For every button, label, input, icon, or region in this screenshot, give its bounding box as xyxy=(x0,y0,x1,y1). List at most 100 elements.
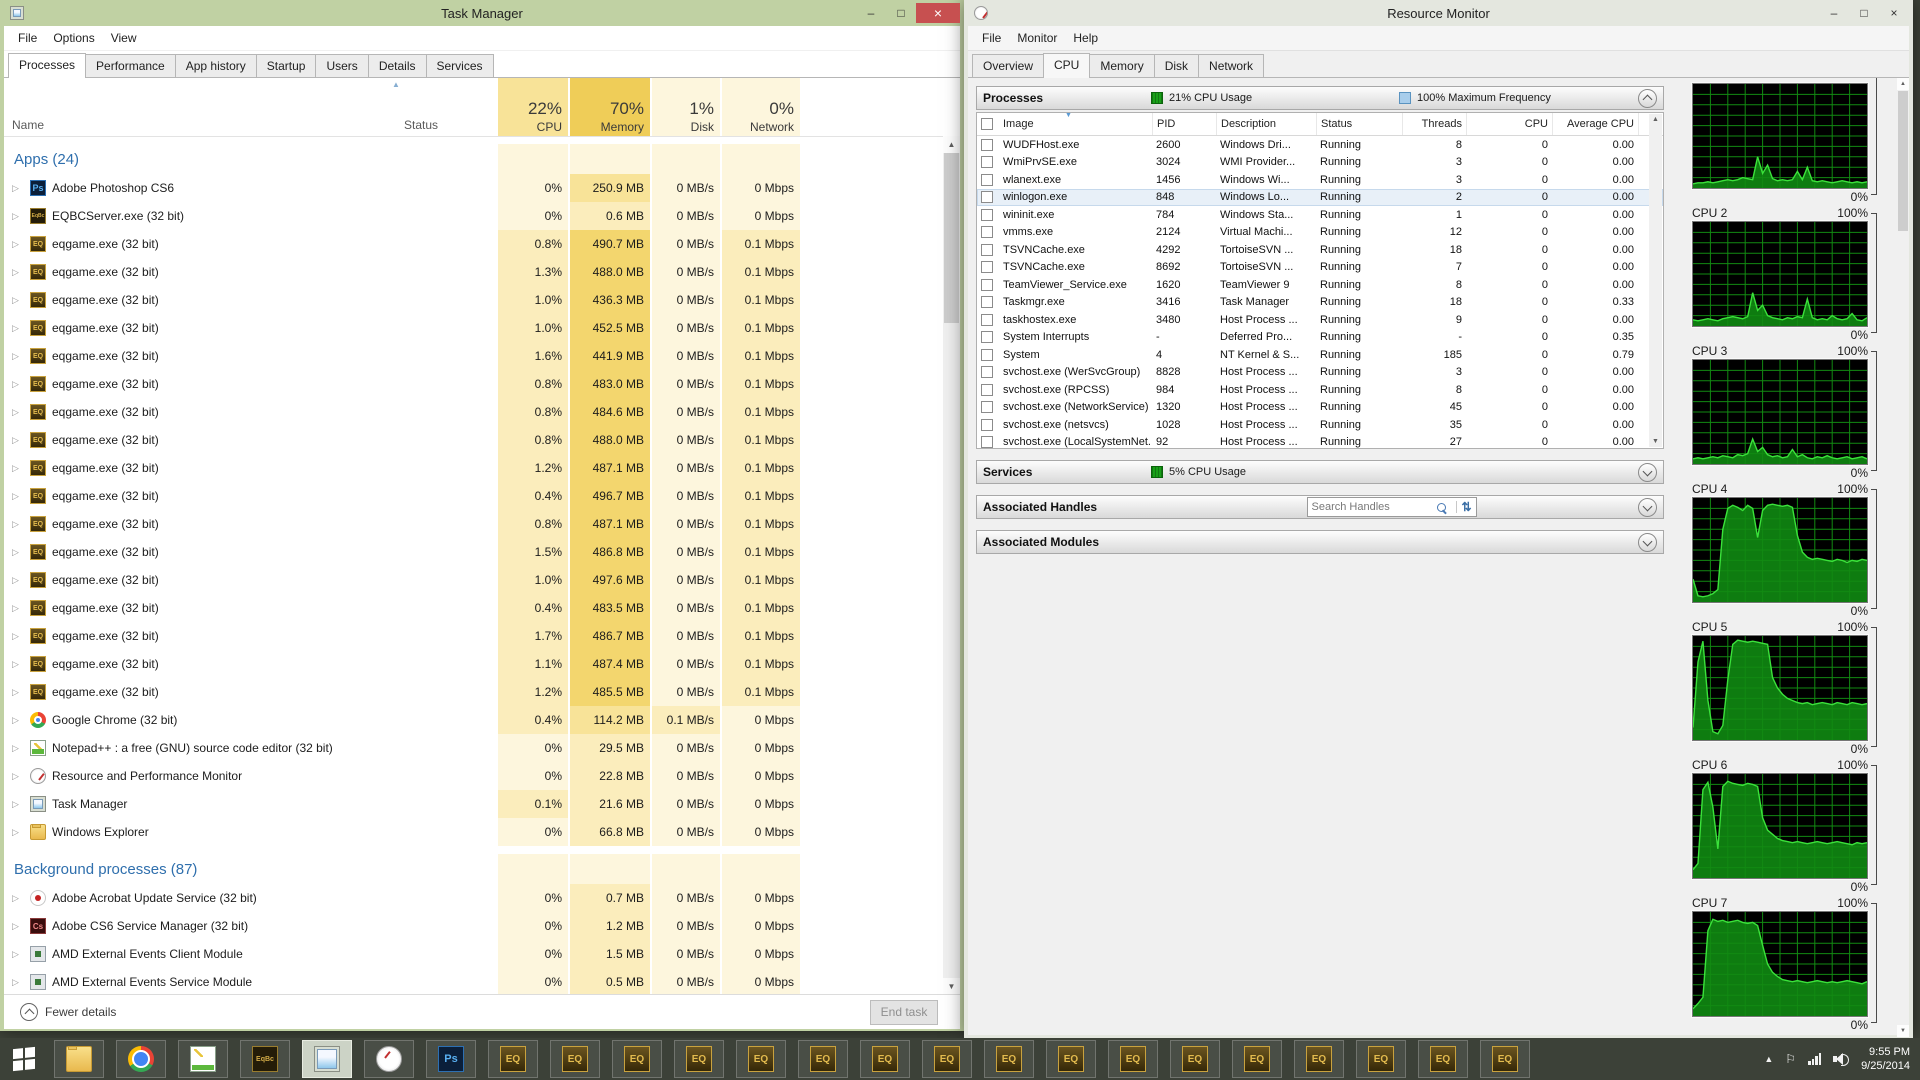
expand-arrow-icon[interactable]: ▷ xyxy=(12,379,24,390)
resource-process-row[interactable]: svchost.exe (netsvcs)1028Host Process ..… xyxy=(977,416,1663,434)
close-button[interactable]: × xyxy=(916,3,960,23)
scroll-down-arrow[interactable]: ▼ xyxy=(943,978,960,995)
scroll-down-arrow[interactable]: ▼ xyxy=(1897,1025,1909,1037)
taskbar-item-eqgame-17[interactable]: EQ xyxy=(1480,1040,1530,1078)
select-all-checkbox[interactable] xyxy=(981,118,993,130)
expand-arrow-icon[interactable]: ▷ xyxy=(12,547,24,558)
minimize-button[interactable]: – xyxy=(1819,3,1849,23)
action-center-flag-icon[interactable]: ⚐ xyxy=(1785,1052,1796,1066)
resource-process-row[interactable]: TSVNCache.exe8692TortoiseSVN ...Running7… xyxy=(977,259,1663,277)
expand-arrow-icon[interactable]: ▷ xyxy=(12,211,24,222)
process-row[interactable]: ▷EQeqgame.exe (32 bit)1.7%486.7 MB0 MB/s… xyxy=(4,622,943,650)
resource-process-row[interactable]: WmiPrvSE.exe3024WMI Provider...Running30… xyxy=(977,154,1663,172)
tab-disk[interactable]: Disk xyxy=(1154,54,1199,77)
expand-arrow-icon[interactable]: ▷ xyxy=(12,799,24,810)
process-group-header[interactable]: Background processes (87) xyxy=(4,854,943,884)
processes-section-header[interactable]: Processes 21% CPU Usage 100% Maximum Fre… xyxy=(976,86,1664,110)
column-header-memory[interactable]: 70%Memory xyxy=(568,78,650,136)
tab-services[interactable]: Services xyxy=(426,54,494,77)
taskbar-item-eqgame-14[interactable]: EQ xyxy=(1294,1040,1344,1078)
collapse-section-button[interactable] xyxy=(1638,89,1657,108)
expand-arrow-icon[interactable]: ▷ xyxy=(12,827,24,838)
expand-arrow-icon[interactable]: ▷ xyxy=(12,407,24,418)
process-row[interactable]: ▷EQeqgame.exe (32 bit)1.0%497.6 MB0 MB/s… xyxy=(4,566,943,594)
resource-process-row[interactable]: System4NT Kernel & S...Running18500.79 xyxy=(977,346,1663,364)
resource-process-row[interactable]: Taskmgr.exe3416Task ManagerRunning1800.3… xyxy=(977,294,1663,312)
row-checkbox[interactable] xyxy=(981,314,993,326)
taskbar-item-eqgame-7[interactable]: EQ xyxy=(860,1040,910,1078)
row-checkbox[interactable] xyxy=(981,244,993,256)
resource-process-row[interactable]: System Interrupts-Deferred Pro...Running… xyxy=(977,329,1663,347)
process-row[interactable]: ▷EQeqgame.exe (32 bit)0.8%484.6 MB0 MB/s… xyxy=(4,398,943,426)
resource-process-row[interactable]: svchost.exe (WerSvcGroup)8828Host Proces… xyxy=(977,364,1663,382)
scrollbar-thumb[interactable] xyxy=(944,153,959,323)
expand-arrow-icon[interactable]: ▷ xyxy=(12,267,24,278)
process-row[interactable]: ▷Resource and Performance Monitor0%22.8 … xyxy=(4,762,943,790)
expand-arrow-icon[interactable]: ▷ xyxy=(12,771,24,782)
resource-process-row[interactable]: svchost.exe (LocalSystemNet...92Host Pro… xyxy=(977,434,1663,449)
taskbar-item-eqgame-4[interactable]: EQ xyxy=(674,1040,724,1078)
menu-help[interactable]: Help xyxy=(1065,31,1106,45)
taskbar-item-eqgame-11[interactable]: EQ xyxy=(1108,1040,1158,1078)
search-handles-input[interactable]: Search Handles ⇅ xyxy=(1307,497,1477,517)
column-header-pid[interactable]: PID xyxy=(1152,113,1216,135)
menu-monitor[interactable]: Monitor xyxy=(1009,31,1065,45)
column-header-name[interactable]: Name ▲ xyxy=(4,78,396,136)
scroll-up-arrow[interactable]: ▲ xyxy=(943,136,960,153)
expand-arrow-icon[interactable]: ▷ xyxy=(12,893,24,904)
tab-app-history[interactable]: App history xyxy=(175,54,257,77)
row-checkbox[interactable] xyxy=(981,226,993,238)
column-header-disk[interactable]: 1%Disk xyxy=(650,78,720,136)
process-row[interactable]: ▷EQeqgame.exe (32 bit)1.6%441.9 MB0 MB/s… xyxy=(4,342,943,370)
refresh-icon[interactable]: ⇅ xyxy=(1461,500,1471,514)
row-checkbox[interactable] xyxy=(981,209,993,221)
process-row[interactable]: ▷EQeqgame.exe (32 bit)1.2%487.1 MB0 MB/s… xyxy=(4,454,943,482)
resource-process-row[interactable]: winlogon.exe848Windows Lo...Running200.0… xyxy=(977,189,1663,207)
scrollbar-thumb[interactable] xyxy=(1898,91,1908,231)
process-list-scrollbar[interactable]: ▲ ▼ xyxy=(943,136,960,995)
tab-users[interactable]: Users xyxy=(315,54,368,77)
process-group-header[interactable]: Apps (24) xyxy=(4,144,943,174)
tab-memory[interactable]: Memory xyxy=(1089,54,1154,77)
taskbar-item-eqgame-8[interactable]: EQ xyxy=(922,1040,972,1078)
expand-arrow-icon[interactable]: ▷ xyxy=(12,921,24,932)
expand-arrow-icon[interactable]: ▷ xyxy=(12,715,24,726)
process-row[interactable]: ▷Adobe Acrobat Update Service (32 bit)0%… xyxy=(4,884,943,912)
task-manager-titlebar[interactable]: Task Manager – □ × xyxy=(4,0,960,26)
tab-startup[interactable]: Startup xyxy=(256,54,317,77)
expand-arrow-icon[interactable]: ▷ xyxy=(12,463,24,474)
tab-details[interactable]: Details xyxy=(368,54,427,77)
expand-section-button[interactable] xyxy=(1638,498,1657,517)
taskbar-item-file-explorer[interactable] xyxy=(54,1040,104,1078)
row-checkbox[interactable] xyxy=(981,156,993,168)
taskbar-item-eqgame-1[interactable]: EQ xyxy=(488,1040,538,1078)
column-header-cpu[interactable]: CPU xyxy=(1466,113,1552,135)
fewer-details-toggle[interactable]: Fewer details xyxy=(20,1003,116,1021)
taskbar-item-photoshop[interactable]: Ps xyxy=(426,1040,476,1078)
column-header-cpu[interactable]: 22%CPU xyxy=(496,78,568,136)
expand-arrow-icon[interactable]: ▷ xyxy=(12,183,24,194)
process-row[interactable]: ▷EQeqgame.exe (32 bit)0.4%496.7 MB0 MB/s… xyxy=(4,482,943,510)
process-row[interactable]: ▷CsAdobe CS6 Service Manager (32 bit)0%1… xyxy=(4,912,943,940)
tab-cpu[interactable]: CPU xyxy=(1043,53,1090,78)
expand-arrow-icon[interactable]: ▷ xyxy=(12,687,24,698)
resource-process-row[interactable]: TSVNCache.exe4292TortoiseSVN ...Running1… xyxy=(977,241,1663,259)
column-header-average-cpu[interactable]: Average CPU xyxy=(1552,113,1638,135)
process-row[interactable]: ▷EQeqgame.exe (32 bit)1.0%436.3 MB0 MB/s… xyxy=(4,286,943,314)
row-checkbox[interactable] xyxy=(981,401,993,413)
resource-process-row[interactable]: svchost.exe (RPCSS)984Host Process ...Ru… xyxy=(977,381,1663,399)
resource-process-row[interactable]: vmms.exe2124Virtual Machi...Running1200.… xyxy=(977,224,1663,242)
column-header-network[interactable]: 0%Network xyxy=(720,78,800,136)
row-checkbox[interactable] xyxy=(981,366,993,378)
taskbar-item-eqgame-13[interactable]: EQ xyxy=(1232,1040,1282,1078)
start-button[interactable] xyxy=(0,1038,48,1080)
process-row[interactable]: ▷PsAdobe Photoshop CS60%250.9 MB0 MB/s0 … xyxy=(4,174,943,202)
expand-arrow-icon[interactable]: ▷ xyxy=(12,519,24,530)
resource-process-row[interactable]: taskhostex.exe3480Host Process ...Runnin… xyxy=(977,311,1663,329)
process-row[interactable]: ▷EQeqgame.exe (32 bit)1.1%487.4 MB0 MB/s… xyxy=(4,650,943,678)
menu-file[interactable]: File xyxy=(10,31,45,45)
process-row[interactable]: ▷EQeqgame.exe (32 bit)0.8%487.1 MB0 MB/s… xyxy=(4,510,943,538)
network-signal-icon[interactable] xyxy=(1808,1053,1821,1065)
menu-view[interactable]: View xyxy=(103,31,145,45)
resource-process-row[interactable]: wlanext.exe1456Windows Wi...Running300.0… xyxy=(977,171,1663,189)
